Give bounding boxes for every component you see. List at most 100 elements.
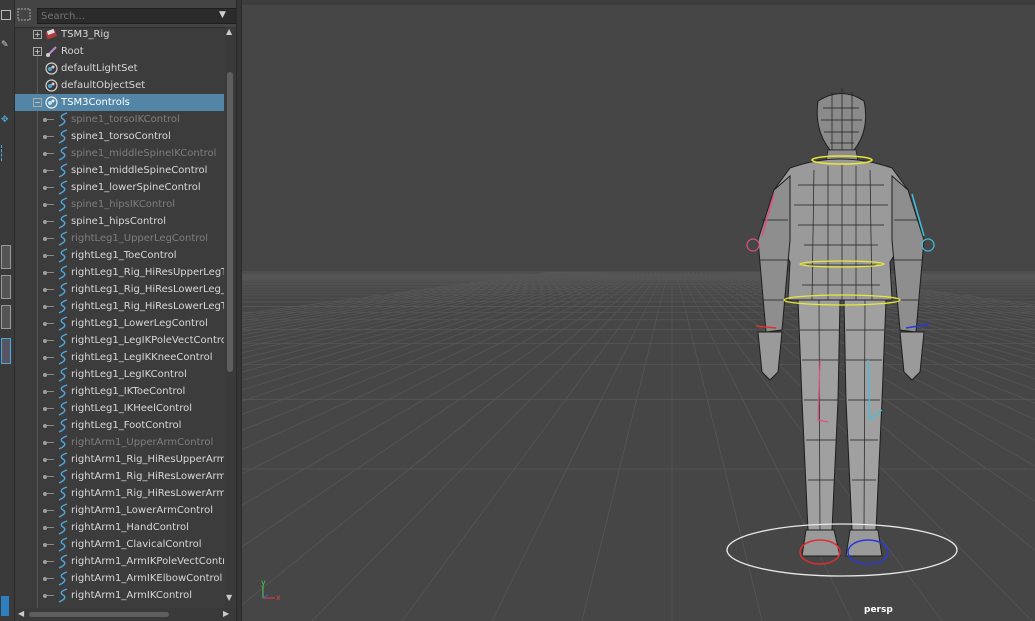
nurbs-curve-icon	[58, 299, 68, 314]
outliner-item-control[interactable]: spine1_torsoControl	[15, 128, 224, 145]
joint-icon	[46, 46, 57, 57]
tree-connector	[46, 425, 54, 426]
nurbs-curve-icon	[58, 146, 68, 161]
outliner-panel: ▼ + TSM3_Rig + Root defaultLightSet	[15, 0, 245, 621]
outliner-item-control[interactable]: rightArm1_ArmIKElbowControl	[15, 570, 224, 587]
outliner-item-control[interactable]: spine1_middleSpineIKControl	[15, 145, 224, 162]
outliner-item-label: rightArm1_ArmIKElbowControl	[71, 573, 223, 584]
outliner-item-control[interactable]: spine1_hipsControl	[15, 213, 224, 230]
outliner-tree: + TSM3_Rig + Root defaultLightSet defaul…	[15, 26, 224, 610]
outliner-item-control[interactable]: rightArm1_Rig_HiResUpperArmTwis	[15, 451, 224, 468]
command-line-icon[interactable]	[1, 596, 9, 616]
set-icon	[45, 79, 58, 92]
set-icon	[45, 62, 58, 75]
lasso-tool-icon[interactable]: ✎	[1, 40, 9, 50]
outliner-item-control[interactable]: rightArm1_ClavicalControl	[15, 536, 224, 553]
scroll-down-icon[interactable]: ▼	[226, 593, 232, 602]
outliner-item-control[interactable]: spine1_hipsIKControl	[15, 196, 224, 213]
outliner-item-control[interactable]: rightArm1_HandControl	[15, 519, 224, 536]
search-options-chevron-icon[interactable]: ▼	[219, 10, 226, 20]
scroll-up-icon[interactable]: ▲	[226, 27, 232, 36]
outliner-item-tsm3controls[interactable]: − TSM3Controls	[15, 94, 224, 111]
search-input[interactable]	[37, 8, 245, 24]
outliner-vertical-scrollbar[interactable]: ▲ ▼	[225, 27, 236, 607]
outliner-item-control[interactable]: rightArm1_LowerArmControl	[15, 502, 224, 519]
collapse-icon[interactable]: −	[33, 98, 42, 107]
outliner-item-control[interactable]: rightArm1_Rig_HiResLowerArm_sub	[15, 468, 224, 485]
perspective-viewport[interactable]: y x persp	[242, 0, 1035, 621]
tree-connector	[46, 187, 54, 188]
outliner-item-control[interactable]: spine1_torsoIKControl	[15, 111, 224, 128]
scroll-left-icon[interactable]: ◀	[18, 609, 24, 618]
tree-connector	[46, 119, 54, 120]
tree-connector	[46, 391, 54, 392]
outliner-item-control[interactable]: rightArm1_ArmIKControl	[15, 587, 224, 604]
tree-connector	[46, 578, 54, 579]
layout-outliner-icon[interactable]	[1, 338, 11, 364]
tree-connector	[46, 153, 54, 154]
outliner-item-control[interactable]: rightLeg1_Rig_HiResLowerLeg_sub	[15, 281, 224, 298]
layout-single-icon[interactable]	[1, 245, 11, 269]
outliner-item-label: rightLeg1_LowerLegControl	[71, 318, 208, 329]
tree-connector	[46, 170, 54, 171]
scroll-right-icon[interactable]: ▶	[223, 609, 229, 618]
outliner-item-label: rightArm1_Rig_HiResLowerArmTwis	[71, 488, 224, 499]
tree-connector	[46, 544, 54, 545]
outliner-item-control[interactable]: rightArm1_Rig_HiResLowerArmTwis	[15, 485, 224, 502]
outliner-item-label: rightLeg1_UpperLegControl	[71, 233, 209, 244]
outliner-item-label: rightArm1_HandControl	[71, 522, 189, 533]
outliner-item-label: rightArm1_ClavicalControl	[71, 539, 202, 550]
outliner-item-default-light-set[interactable]: defaultLightSet	[15, 60, 224, 77]
outliner-item-label: rightLeg1_FootControl	[71, 420, 182, 431]
outliner-item-label: spine1_middleSpineIKControl	[71, 148, 217, 159]
nurbs-curve-icon	[58, 520, 68, 535]
rotate-tool-icon[interactable]	[1, 145, 10, 161]
outliner-item-control[interactable]: rightArm1_UpperArmControl	[15, 434, 224, 451]
scroll-thumb[interactable]	[227, 72, 233, 372]
layout-four-icon[interactable]	[1, 275, 11, 299]
nurbs-curve-icon	[58, 435, 68, 450]
outliner-item-label: spine1_hipsIKControl	[71, 199, 175, 210]
viewport-scene[interactable]: y x	[242, 0, 1035, 621]
outliner-item-control[interactable]: rightLeg1_LegIKPoleVectControl	[15, 332, 224, 349]
outliner-item-control[interactable]: rightLeg1_Rig_HiResLowerLegTwist	[15, 298, 224, 315]
nurbs-curve-icon	[58, 350, 68, 365]
nurbs-curve-icon	[58, 452, 68, 467]
tree-connector	[46, 340, 54, 341]
tree-connector	[46, 255, 54, 256]
outliner-item-label: TSM3Controls	[61, 97, 130, 108]
layout-side-icon[interactable]	[1, 305, 11, 329]
outliner-item-default-object-set[interactable]: defaultObjectSet	[15, 77, 224, 94]
nurbs-curve-icon	[58, 384, 68, 399]
outliner-item-control[interactable]: spine1_lowerSpineControl	[15, 179, 224, 196]
outliner-item-label: rightLeg1_LegIKPoleVectControl	[71, 335, 224, 346]
outliner-item-label: defaultObjectSet	[61, 80, 146, 91]
expand-icon[interactable]: +	[33, 47, 42, 56]
outliner-menu-icon[interactable]	[17, 8, 32, 22]
set-icon	[45, 96, 58, 109]
tree-connector	[46, 595, 54, 596]
outliner-item-control[interactable]: rightLeg1_IKToeControl	[15, 383, 224, 400]
outliner-item-control[interactable]: rightLeg1_UpperLegControl	[15, 230, 224, 247]
nurbs-curve-icon	[58, 163, 68, 178]
expand-icon[interactable]: +	[33, 30, 42, 39]
outliner-item-control[interactable]: rightLeg1_IKHeelControl	[15, 400, 224, 417]
scroll-thumb[interactable]	[29, 612, 169, 617]
outliner-horizontal-scrollbar[interactable]: ◀ ▶	[15, 608, 236, 621]
outliner-item-label: rightLeg1_LegIKKneeControl	[71, 352, 213, 363]
outliner-item-control[interactable]: rightArm1_ArmIKPoleVectControl	[15, 553, 224, 570]
outliner-item-control[interactable]: rightLeg1_ToeControl	[15, 247, 224, 264]
outliner-item-control[interactable]: rightLeg1_LegIKControl	[15, 366, 224, 383]
outliner-item-tsm3-rig[interactable]: + TSM3_Rig	[15, 26, 224, 43]
outliner-item-root[interactable]: + Root	[15, 43, 224, 60]
outliner-item-control[interactable]: rightLeg1_Rig_HiResUpperLegTwist	[15, 264, 224, 281]
outliner-item-control[interactable]: rightLeg1_LowerLegControl	[15, 315, 224, 332]
tree-connector	[46, 289, 54, 290]
move-tool-icon[interactable]: ✥	[1, 115, 9, 125]
outliner-item-control[interactable]: rightLeg1_LegIKKneeControl	[15, 349, 224, 366]
tree-connector	[46, 357, 54, 358]
outliner-item-control[interactable]: spine1_middleSpineControl	[15, 162, 224, 179]
tree-connector	[46, 374, 54, 375]
outliner-item-control[interactable]: rightLeg1_FootControl	[15, 417, 224, 434]
select-tool-icon[interactable]	[1, 10, 11, 20]
